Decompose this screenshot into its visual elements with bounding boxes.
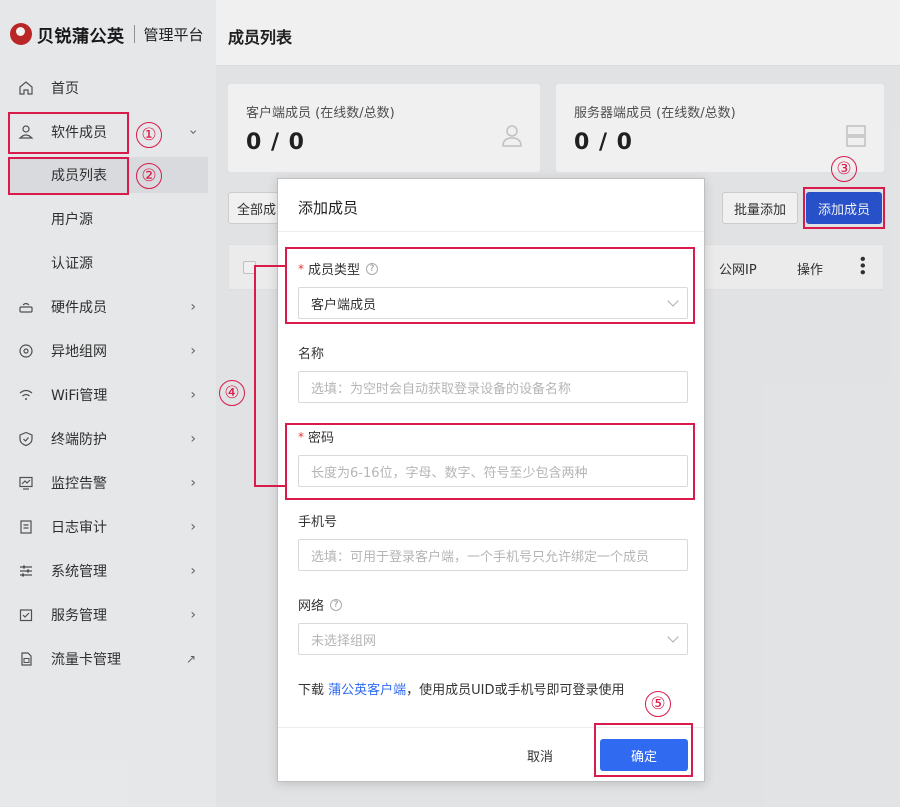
network-label: 网络 ? bbox=[298, 595, 343, 614]
annotation-box-3 bbox=[803, 187, 885, 229]
annotation-box-1 bbox=[8, 112, 129, 154]
chevron-down-icon bbox=[667, 631, 679, 643]
annotation-number-1: ① bbox=[136, 122, 162, 148]
annotation-bracket-top bbox=[254, 265, 285, 267]
annotation-number-5: ⑤ bbox=[645, 691, 671, 717]
cancel-button[interactable]: 取消 bbox=[510, 739, 570, 771]
phone-label: 手机号 bbox=[298, 511, 337, 530]
annotation-box-2 bbox=[8, 157, 129, 195]
note-suffix: ，使用成员UID或手机号即可登录使用 bbox=[406, 683, 625, 698]
annotation-number-4: ④ bbox=[219, 380, 245, 406]
annotation-box-5 bbox=[594, 723, 693, 777]
client-download-link[interactable]: 蒲公英客户端 bbox=[328, 683, 406, 698]
label-text: 名称 bbox=[298, 347, 325, 362]
annotation-box-4a bbox=[285, 247, 695, 324]
annotation-number-3: ③ bbox=[831, 156, 857, 182]
note-prefix: 下载 bbox=[298, 683, 325, 698]
annotation-bracket-bottom bbox=[254, 485, 285, 487]
name-label: 名称 bbox=[298, 343, 324, 362]
annotation-box-4b bbox=[285, 423, 695, 500]
network-select[interactable]: 未选择组网 bbox=[298, 623, 688, 655]
dialog-title: 添加成员 bbox=[298, 199, 359, 217]
name-input[interactable]: 选填：为空时会自动获取登录设备的设备名称 bbox=[298, 371, 688, 403]
annotation-number-2: ② bbox=[136, 163, 162, 189]
annotation-bracket bbox=[254, 265, 256, 487]
download-note: 下载 蒲公英客户端，使用成员UID或手机号即可登录使用 bbox=[298, 679, 625, 698]
help-icon[interactable]: ? bbox=[330, 598, 343, 611]
label-text: 手机号 bbox=[298, 515, 338, 530]
label-text: 网络 bbox=[298, 599, 325, 614]
select-placeholder: 未选择组网 bbox=[311, 633, 377, 649]
divider bbox=[278, 231, 704, 232]
phone-input[interactable]: 选填：可用于登录客户端，一个手机号只允许绑定一个成员 bbox=[298, 539, 688, 571]
